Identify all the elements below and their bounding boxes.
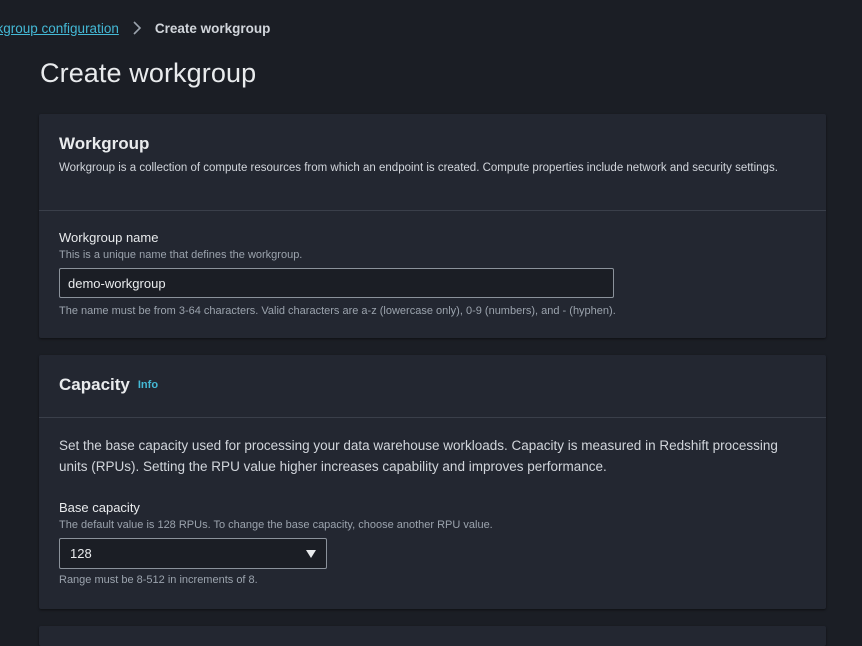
base-capacity-selected-value: 128: [70, 546, 92, 561]
capacity-panel-title: Capacity: [59, 375, 130, 394]
capacity-info-link[interactable]: Info: [138, 379, 158, 391]
next-panel: [39, 626, 826, 646]
breadcrumb: Workgroup configuration Create workgroup: [0, 18, 270, 38]
workgroup-panel-header: Workgroup Workgroup is a collection of c…: [39, 114, 826, 211]
workgroup-name-hint: This is a unique name that defines the w…: [59, 249, 303, 261]
base-capacity-hint: The default value is 128 RPUs. To change…: [59, 519, 493, 531]
workgroup-name-label: Workgroup name: [59, 230, 159, 245]
workgroup-panel-title: Workgroup: [59, 134, 150, 153]
base-capacity-constraint: Range must be 8-512 in increments of 8.: [59, 574, 258, 586]
workgroup-name-input[interactable]: [59, 268, 614, 298]
base-capacity-select[interactable]: 128: [59, 538, 327, 569]
chevron-right-icon: [133, 21, 141, 35]
page-title: Create workgroup: [40, 58, 257, 88]
workgroup-panel-description: Workgroup is a collection of compute res…: [59, 162, 778, 174]
capacity-panel-title-row: Capacity Info: [59, 375, 806, 395]
capacity-panel-header: Capacity Info: [39, 355, 826, 418]
capacity-panel: Capacity Info Set the base capacity used…: [39, 355, 826, 609]
workgroup-name-constraint: The name must be from 3-64 characters. V…: [59, 305, 616, 317]
workgroup-panel: Workgroup Workgroup is a collection of c…: [39, 114, 826, 338]
caret-down-icon: [306, 549, 316, 558]
base-capacity-label: Base capacity: [59, 500, 140, 515]
breadcrumb-link-workgroup-configuration[interactable]: Workgroup configuration: [0, 21, 119, 36]
breadcrumb-current: Create workgroup: [154, 20, 271, 36]
capacity-description: Set the base capacity used for processin…: [59, 438, 778, 474]
